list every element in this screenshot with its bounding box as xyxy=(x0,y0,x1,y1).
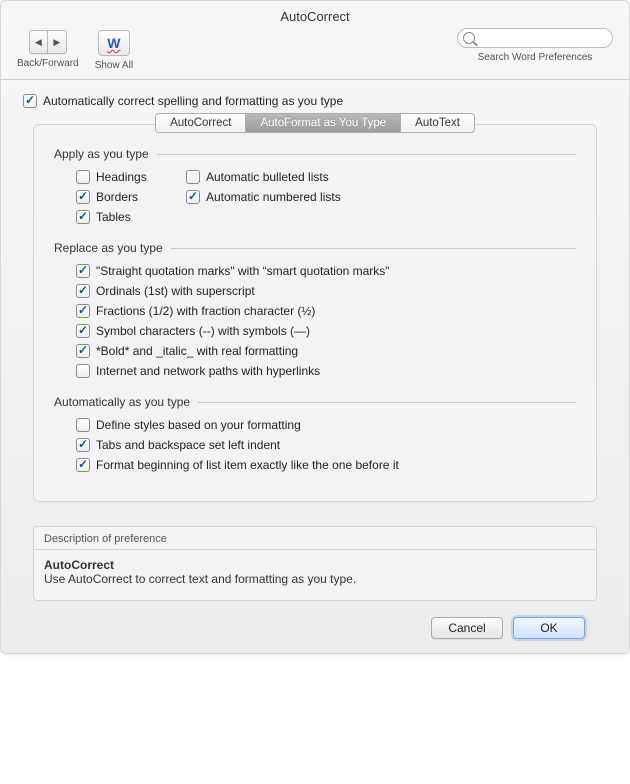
checkbox-bold-italic[interactable] xyxy=(76,344,90,358)
showall-group: W Show All xyxy=(95,30,133,71)
back-button[interactable]: ◀ xyxy=(30,31,48,53)
label-bulleted-lists: Automatic bulleted lists xyxy=(206,170,329,184)
footer: Cancel OK xyxy=(23,601,607,639)
label-ordinals: Ordinals (1st) with superscript xyxy=(96,284,255,298)
label-numbered-lists: Automatic numbered lists xyxy=(206,190,341,204)
description-title: Description of preference xyxy=(34,527,596,550)
checkbox-define-styles[interactable] xyxy=(76,418,90,432)
checkbox-format-list-item[interactable] xyxy=(76,458,90,472)
body: Automatically correct spelling and forma… xyxy=(1,80,629,639)
tab-autoformat-as-you-type[interactable]: AutoFormat as You Type xyxy=(246,114,401,132)
tab-autocorrect[interactable]: AutoCorrect xyxy=(156,114,246,132)
description-box: Description of preference AutoCorrect Us… xyxy=(33,526,597,601)
label-tabs-backspace: Tabs and backspace set left indent xyxy=(96,438,280,452)
label-hyperlinks: Internet and network paths with hyperlin… xyxy=(96,364,320,378)
checkbox-tabs-backspace[interactable] xyxy=(76,438,90,452)
showall-button[interactable]: W xyxy=(98,30,130,56)
section-replace: "Straight quotation marks" with “smart q… xyxy=(76,261,576,381)
description-heading: AutoCorrect xyxy=(44,558,114,572)
checkbox-smart-quotes[interactable] xyxy=(76,264,90,278)
checkbox-numbered-lists[interactable] xyxy=(186,190,200,204)
ok-button[interactable]: OK xyxy=(513,617,585,639)
description-body: AutoCorrect Use AutoCorrect to correct t… xyxy=(34,550,596,600)
checkbox-hyperlinks[interactable] xyxy=(76,364,90,378)
checkbox-tables[interactable] xyxy=(76,210,90,224)
section-replace-title: Replace as you type xyxy=(54,241,576,255)
tab-bar: AutoCorrect AutoFormat as You Type AutoT… xyxy=(54,113,576,133)
search-icon xyxy=(463,32,475,44)
description-text: Use AutoCorrect to correct text and form… xyxy=(44,572,356,586)
window-title: AutoCorrect xyxy=(1,1,629,30)
label-define-styles: Define styles based on your formatting xyxy=(96,418,301,432)
search-group: Search Word Preferences xyxy=(457,28,613,63)
label-format-list-item: Format beginning of list item exactly li… xyxy=(96,458,399,472)
search-label: Search Word Preferences xyxy=(457,52,613,63)
showall-label: Show All xyxy=(95,60,133,71)
backforward-group: ◀ ▶ Back/Forward xyxy=(17,30,79,69)
section-auto: Define styles based on your formatting T… xyxy=(76,415,576,475)
word-icon: W xyxy=(107,35,120,51)
toolbar: ◀ ▶ Back/Forward W Show All Search Word … xyxy=(1,30,629,80)
backforward-seg: ◀ ▶ xyxy=(29,30,67,54)
autocorrect-window: AutoCorrect ◀ ▶ Back/Forward W Show All … xyxy=(0,0,630,654)
checkbox-headings[interactable] xyxy=(76,170,90,184)
label-borders: Borders xyxy=(96,190,138,204)
label-headings: Headings xyxy=(96,170,147,184)
search-input[interactable] xyxy=(457,28,613,48)
tab-autotext[interactable]: AutoText xyxy=(401,114,474,132)
master-autocorrect-label: Automatically correct spelling and forma… xyxy=(43,94,343,108)
label-bold-italic: *Bold* and _italic_ with real formatting xyxy=(96,344,298,358)
master-autocorrect-checkbox-row: Automatically correct spelling and forma… xyxy=(23,94,607,108)
checkbox-borders[interactable] xyxy=(76,190,90,204)
checkbox-bulleted-lists[interactable] xyxy=(186,170,200,184)
cancel-button[interactable]: Cancel xyxy=(431,617,503,639)
label-symbols: Symbol characters (--) with symbols (—) xyxy=(96,324,310,338)
label-smart-quotes: "Straight quotation marks" with “smart q… xyxy=(96,264,389,278)
label-fractions: Fractions (1/2) with fraction character … xyxy=(96,304,315,318)
master-autocorrect-checkbox[interactable] xyxy=(23,94,37,108)
section-apply-title: Apply as you type xyxy=(54,147,576,161)
checkbox-symbols[interactable] xyxy=(76,324,90,338)
settings-panel: AutoCorrect AutoFormat as You Type AutoT… xyxy=(33,124,597,502)
forward-button[interactable]: ▶ xyxy=(48,31,66,53)
backforward-label: Back/Forward xyxy=(17,58,79,69)
checkbox-fractions[interactable] xyxy=(76,304,90,318)
checkbox-ordinals[interactable] xyxy=(76,284,90,298)
section-auto-title: Automatically as you type xyxy=(54,395,576,409)
section-apply: Headings Borders Tables Automatic bullet… xyxy=(76,167,576,227)
label-tables: Tables xyxy=(96,210,131,224)
